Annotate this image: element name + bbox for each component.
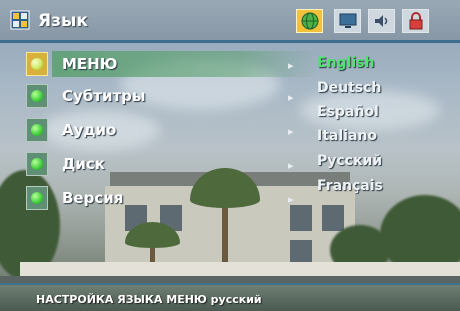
menu-item-label: Версия — [62, 189, 124, 207]
menu-item-version[interactable]: Версия ▸ — [26, 184, 294, 214]
language-icon — [10, 10, 30, 30]
menu-item-label: Аудио — [62, 121, 117, 139]
tab-audio[interactable] — [368, 9, 395, 33]
menu-bullet-icon — [26, 118, 48, 142]
submenu-arrow-icon: ▸ — [288, 159, 294, 172]
submenu-arrow-icon: ▸ — [288, 125, 294, 138]
menu-item-audio[interactable]: Аудио ▸ — [26, 116, 294, 146]
tab-video[interactable] — [334, 9, 361, 33]
speaker-icon — [373, 13, 391, 29]
menu-bullet-icon — [26, 186, 48, 210]
menu-item-subtitles[interactable]: Субтитры ▸ — [26, 82, 294, 112]
submenu-arrow-icon: ▸ — [288, 91, 294, 104]
menu-item-label: МЕНЮ — [62, 55, 118, 73]
option-espanol[interactable]: Español — [317, 104, 379, 120]
status-text: НАСТРОЙКА ЯЗЫКА МЕНЮ русский — [36, 293, 262, 306]
menu-item-disc[interactable]: Диск ▸ — [26, 150, 294, 180]
menu-bullet-icon — [26, 152, 48, 176]
menu-item-menu[interactable]: МЕНЮ ▸ — [26, 50, 318, 80]
option-deutsch[interactable]: Deutsch — [317, 80, 381, 96]
dvd-setup-screen: Язык МЕНЮ ▸ Субтитры ▸ Аудио ▸ Диск ▸ Ве… — [0, 0, 460, 311]
menu-item-label: Субтитры — [62, 87, 146, 105]
page-title: Язык — [38, 11, 88, 31]
option-italiano[interactable]: Italiano — [317, 128, 377, 144]
option-francais[interactable]: Français — [317, 178, 383, 194]
header-divider — [0, 40, 460, 43]
lock-icon — [408, 12, 424, 30]
tab-language[interactable] — [296, 9, 323, 33]
monitor-icon — [339, 13, 357, 29]
option-english[interactable]: English — [317, 55, 374, 71]
submenu-arrow-icon: ▸ — [288, 193, 294, 206]
option-russian[interactable]: Русский — [317, 153, 382, 169]
globe-icon — [301, 12, 319, 30]
menu-bullet-icon — [26, 84, 48, 108]
menu-item-label: Диск — [62, 155, 105, 173]
tab-parental-lock[interactable] — [402, 9, 429, 33]
submenu-arrow-icon: ▸ — [288, 59, 294, 72]
menu-bullet-icon — [26, 52, 48, 76]
